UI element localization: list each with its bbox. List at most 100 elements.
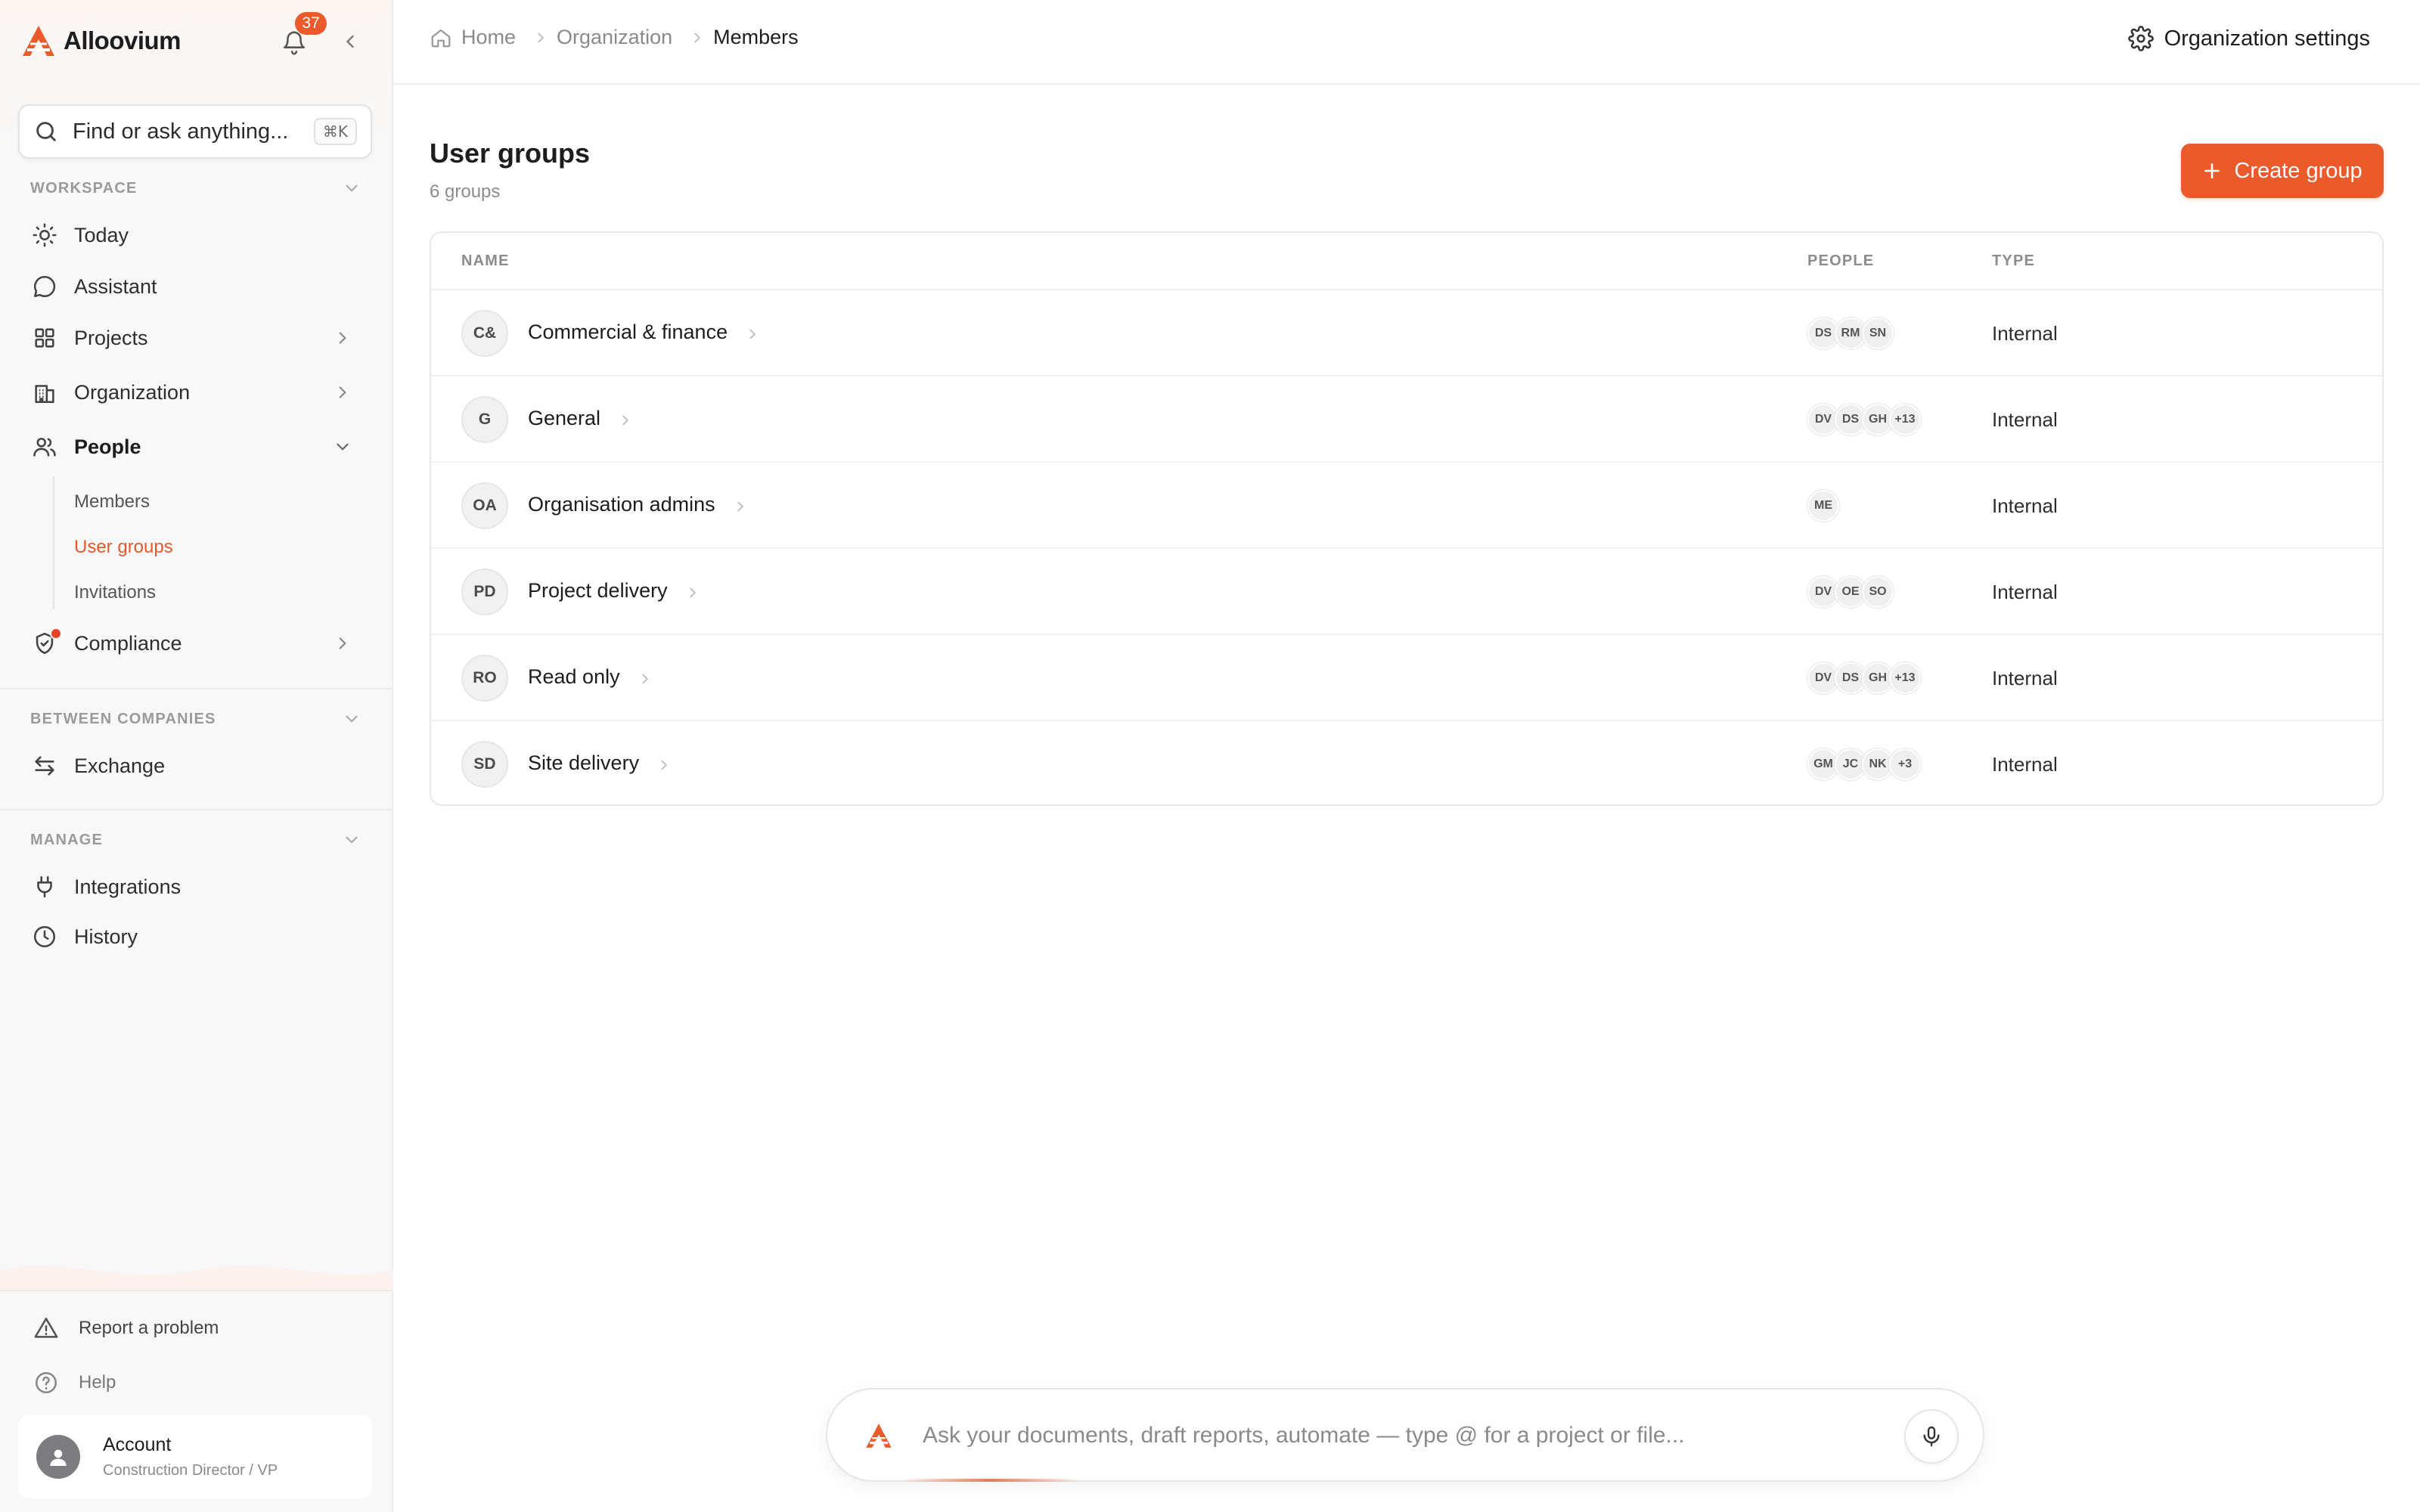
- group-name[interactable]: Site delivery: [528, 751, 639, 775]
- breadcrumb: Home Organization Members: [430, 26, 799, 49]
- chevron-right-icon: [333, 383, 352, 402]
- sidebar-divider: [0, 688, 393, 689]
- table-row[interactable]: SD Site delivery GM JC NK +3 Internal: [431, 721, 2382, 804]
- warning-triangle-icon: [34, 1317, 58, 1338]
- column-header-people[interactable]: PEOPLE: [1807, 253, 1874, 270]
- group-people[interactable]: DV DS GH +13: [1807, 404, 1921, 435]
- user-icon: [50, 1449, 67, 1466]
- sidebar-subitem-invitations[interactable]: Invitations: [74, 582, 156, 603]
- sidebar-item-label: People: [74, 435, 141, 458]
- grid-icon: [30, 324, 59, 352]
- sidebar-item-compliance[interactable]: Compliance: [18, 620, 372, 667]
- submenu-guide-line: [53, 476, 54, 609]
- table-row[interactable]: OA Organisation admins ME Internal: [431, 463, 2382, 549]
- sidebar-item-label: Organization: [74, 380, 191, 404]
- chevron-down-icon: [346, 184, 358, 192]
- group-people[interactable]: ME: [1807, 490, 1839, 522]
- help-link[interactable]: Help: [33, 1370, 116, 1396]
- app-logo[interactable]: Alloovium: [20, 23, 182, 59]
- sidebar-item-people[interactable]: People: [18, 423, 372, 470]
- table-header: NAME PEOPLE TYPE: [431, 233, 2382, 290]
- group-people[interactable]: DV DS GH +13: [1807, 662, 1921, 694]
- sidebar-item-organization[interactable]: Organization: [18, 369, 372, 416]
- group-people[interactable]: GM JC NK +3: [1807, 748, 1921, 780]
- microphone-icon: [1923, 1426, 1940, 1447]
- collapse-sidebar-button[interactable]: [336, 27, 365, 56]
- create-group-button[interactable]: Create group: [2181, 144, 2384, 198]
- group-people[interactable]: DV OE SO: [1807, 576, 1894, 608]
- workspace-toggle[interactable]: [342, 178, 361, 198]
- sidebar-divider: [0, 1290, 393, 1291]
- table-row[interactable]: RO Read only DV DS GH +13 Internal: [431, 635, 2382, 721]
- sidebar-subitem-members[interactable]: Members: [74, 491, 150, 513]
- help-label: Help: [79, 1372, 116, 1393]
- account-role: Construction Director / VP: [103, 1462, 278, 1479]
- users-icon: [30, 432, 59, 461]
- group-name[interactable]: Commercial & finance: [528, 321, 728, 344]
- clock-icon: [30, 922, 59, 951]
- sidebar-subitem-user-groups[interactable]: User groups: [74, 537, 173, 558]
- sidebar-item-label: Projects: [74, 326, 148, 349]
- table-row[interactable]: C& Commercial & finance DS RM SN Interna…: [431, 290, 2382, 376]
- sidebar-item-exchange[interactable]: Exchange: [18, 742, 372, 789]
- microphone-button[interactable]: [1904, 1409, 1959, 1464]
- ask-bar-glow: [900, 1479, 1081, 1482]
- member-avatar: SN: [1862, 318, 1894, 349]
- member-avatar: SO: [1862, 576, 1894, 608]
- chevron-right-icon: [333, 328, 352, 348]
- account-name: Account: [103, 1434, 172, 1455]
- group-name[interactable]: Organisation admins: [528, 493, 715, 516]
- sidebar-item-integrations[interactable]: Integrations: [18, 863, 372, 910]
- column-header-type[interactable]: TYPE: [1992, 253, 2035, 270]
- sidebar-item-assistant[interactable]: Assistant: [18, 263, 372, 310]
- chevron-down-icon: [346, 836, 358, 844]
- group-name[interactable]: Read only: [528, 665, 620, 689]
- section-label-manage: MANAGE: [30, 832, 104, 848]
- organization-settings-button[interactable]: Organization settings: [2127, 26, 2370, 51]
- group-people[interactable]: DS RM SN: [1807, 318, 1894, 349]
- chevron-right-icon: [333, 634, 352, 653]
- sun-icon: [30, 221, 59, 249]
- compliance-alert-dot: [50, 627, 62, 640]
- ask-bar[interactable]: Ask your documents, draft reports, autom…: [826, 1388, 1984, 1482]
- table-row[interactable]: G General DV DS GH +13 Internal: [431, 376, 2382, 463]
- breadcrumb-members[interactable]: Members: [713, 26, 799, 49]
- chat-bubble-icon: [30, 272, 59, 301]
- organization-settings-label: Organization settings: [2164, 26, 2370, 51]
- search-input[interactable]: Find or ask anything...: [73, 119, 314, 144]
- plug-icon: [30, 872, 59, 901]
- sidebar-item-label: Today: [74, 223, 129, 246]
- chevron-left-icon: [346, 35, 354, 48]
- column-header-name[interactable]: NAME: [461, 253, 510, 270]
- manage-toggle[interactable]: [342, 830, 361, 850]
- sidebar-item-today[interactable]: Today: [18, 212, 372, 259]
- home-icon[interactable]: [430, 26, 452, 49]
- sidebar-item-history[interactable]: History: [18, 913, 372, 960]
- notification-badge: 37: [295, 12, 327, 35]
- group-initials: SD: [461, 741, 508, 788]
- between-companies-toggle[interactable]: [342, 709, 361, 729]
- sidebar-item-projects[interactable]: Projects: [18, 314, 372, 361]
- chevron-right-icon: [637, 669, 653, 686]
- breadcrumb-home[interactable]: Home: [461, 26, 516, 49]
- chevron-right-icon: [689, 29, 706, 46]
- group-name[interactable]: General: [528, 407, 600, 430]
- alloovium-logo-icon: [23, 26, 54, 56]
- group-type: Internal: [1992, 322, 2058, 345]
- chevron-right-icon: [532, 29, 549, 46]
- group-type: Internal: [1992, 581, 2058, 603]
- ask-input[interactable]: Ask your documents, draft reports, autom…: [923, 1423, 1685, 1448]
- group-name[interactable]: Project delivery: [528, 579, 668, 603]
- help-circle-icon: [35, 1371, 57, 1394]
- account-card[interactable]: Account Construction Director / VP: [18, 1415, 372, 1498]
- table-row[interactable]: PD Project delivery DV OE SO Internal: [431, 549, 2382, 635]
- group-initials: G: [461, 396, 508, 443]
- sidebar-item-label: History: [74, 925, 138, 948]
- search-box[interactable]: Find or ask anything... ⌘K: [18, 104, 372, 159]
- breadcrumb-organization[interactable]: Organization: [557, 26, 672, 49]
- chevron-right-icon: [684, 583, 701, 600]
- report-problem-link[interactable]: Report a problem: [33, 1315, 219, 1341]
- member-avatar: ME: [1807, 490, 1839, 522]
- user-groups-table: NAME PEOPLE TYPE C& Commercial & finance…: [430, 231, 2384, 806]
- search-icon: [36, 122, 56, 141]
